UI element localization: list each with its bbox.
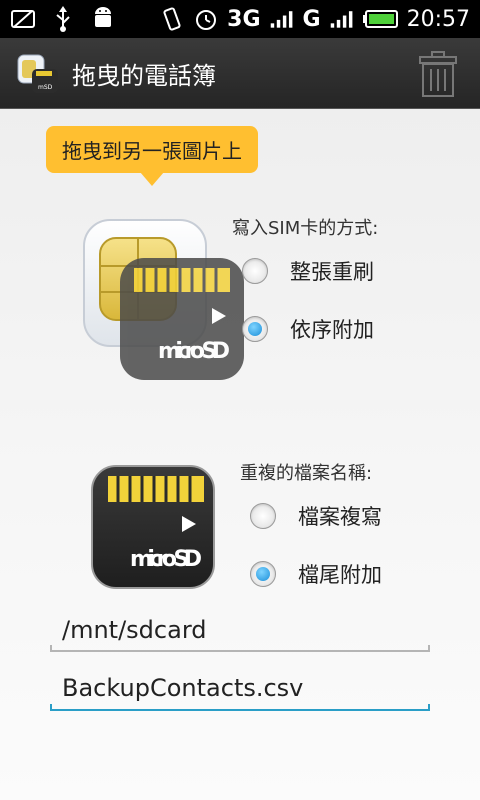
file-option-overwrite[interactable]: 檔案複寫 bbox=[250, 501, 382, 531]
micro-sd-icon: micro SD bbox=[91, 465, 215, 589]
sim-card-drop-target[interactable]: micro SD bbox=[82, 218, 246, 384]
radio-label-overwrite: 整張重刷 bbox=[290, 260, 374, 284]
filename-input-underline bbox=[50, 704, 430, 711]
file-option-append[interactable]: 檔尾附加 bbox=[250, 559, 382, 589]
drag-hint-tooltip: 拖曳到另一張圖片上 bbox=[46, 126, 258, 186]
sim-option-append[interactable]: 依序附加 bbox=[242, 314, 374, 344]
app-bar: mSD 拖曳的電話簿 bbox=[0, 38, 480, 109]
trash-icon[interactable] bbox=[418, 50, 458, 98]
filename-input[interactable]: BackupContacts.csv bbox=[50, 668, 430, 708]
sd-brand-text-2: micro SD bbox=[130, 547, 202, 572]
sim-option-overwrite[interactable]: 整張重刷 bbox=[242, 256, 374, 286]
signal-icon bbox=[269, 6, 295, 32]
radio-label-file-append: 檔尾附加 bbox=[298, 563, 382, 587]
micro-sd-overlay-icon: micro SD bbox=[120, 258, 244, 380]
radio-file-overwrite[interactable] bbox=[250, 503, 276, 529]
clock: 20:57 bbox=[406, 6, 470, 32]
sd-brand-text: micro SD bbox=[158, 339, 230, 364]
radio-label-file-overwrite: 檔案複寫 bbox=[298, 505, 382, 529]
app-logo-icon: mSD bbox=[16, 51, 60, 95]
battery-icon bbox=[362, 6, 399, 32]
path-input-underline bbox=[50, 645, 430, 652]
duplicate-filename-heading: 重複的檔案名稱: bbox=[240, 463, 373, 484]
svg-text:mSD: mSD bbox=[38, 84, 53, 91]
usb-icon bbox=[50, 6, 76, 32]
radio-label-append: 依序附加 bbox=[290, 318, 374, 342]
radio-append[interactable] bbox=[242, 316, 268, 342]
android-debug-icon bbox=[90, 6, 116, 32]
micro-sd-drop-target[interactable]: micro SD bbox=[90, 464, 216, 590]
network-type-label: 3G bbox=[227, 6, 261, 32]
app-title: 拖曳的電話簿 bbox=[72, 61, 216, 90]
status-bar: 3G G 20:57 bbox=[0, 0, 480, 38]
vibrate-icon bbox=[159, 6, 185, 32]
carrier-label: G bbox=[302, 6, 321, 32]
sim-write-mode-heading: 寫入SIM卡的方式: bbox=[232, 218, 379, 239]
alarm-icon bbox=[193, 6, 219, 32]
no-sim-icon bbox=[10, 6, 36, 32]
path-input[interactable]: /mnt/sdcard bbox=[50, 610, 430, 650]
signal-2-icon bbox=[329, 6, 355, 32]
radio-overwrite[interactable] bbox=[242, 258, 268, 284]
radio-file-append[interactable] bbox=[250, 561, 276, 587]
